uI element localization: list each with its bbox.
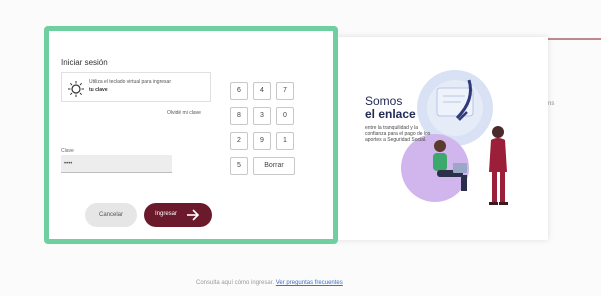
keypad-key[interactable]: 8 xyxy=(230,107,248,125)
hint-text-bold: tu clave xyxy=(89,87,108,93)
password-field[interactable] xyxy=(61,155,172,173)
hint-text: Utiliza el teclado virtual para ingresar xyxy=(89,79,171,85)
virtual-keyboard-hint: Utiliza el teclado virtual para ingresar… xyxy=(61,72,211,102)
keypad-key[interactable]: 7 xyxy=(276,82,294,100)
forgot-password-link[interactable]: Olvidé mi clave xyxy=(167,110,201,116)
keypad-key[interactable]: 5 xyxy=(230,157,248,175)
password-label: Clave xyxy=(61,148,74,154)
promo-title-line2: el enlace xyxy=(365,107,416,121)
login-title: Iniciar sesión xyxy=(61,58,108,67)
page: ns Consulta aquí cómo ingresar. Ver preg… xyxy=(0,0,601,296)
keypad-key[interactable]: 2 xyxy=(230,132,248,150)
keypad-key[interactable]: 6 xyxy=(230,82,248,100)
keypad-key[interactable]: 4 xyxy=(253,82,271,100)
login-submit-label: Ingresar xyxy=(155,211,178,217)
footer-text: Consulta aquí cómo ingresar. xyxy=(196,280,275,286)
keypad-clear-button[interactable]: Borrar xyxy=(253,157,295,175)
keypad-key[interactable]: 1 xyxy=(276,132,294,150)
keypad-key[interactable]: 0 xyxy=(276,107,294,125)
keypad-key[interactable]: 9 xyxy=(253,132,271,150)
arrow-right-icon xyxy=(187,209,200,221)
background-text-fragment: ns xyxy=(548,101,555,107)
login-submit-button[interactable]: Ingresar xyxy=(144,203,212,227)
cancel-button[interactable]: Cancelar xyxy=(85,203,137,227)
footer-help-text: Consulta aquí cómo ingresar. Ver pregunt… xyxy=(196,280,343,286)
lightbulb-icon xyxy=(68,81,84,97)
promo-title-line1: Somos xyxy=(365,94,403,108)
footer-faq-link[interactable]: Ver preguntas frecuentes xyxy=(276,280,343,286)
keypad-key[interactable]: 3 xyxy=(253,107,271,125)
promo-description: entre la tranquilidad y la confianza par… xyxy=(365,125,431,143)
